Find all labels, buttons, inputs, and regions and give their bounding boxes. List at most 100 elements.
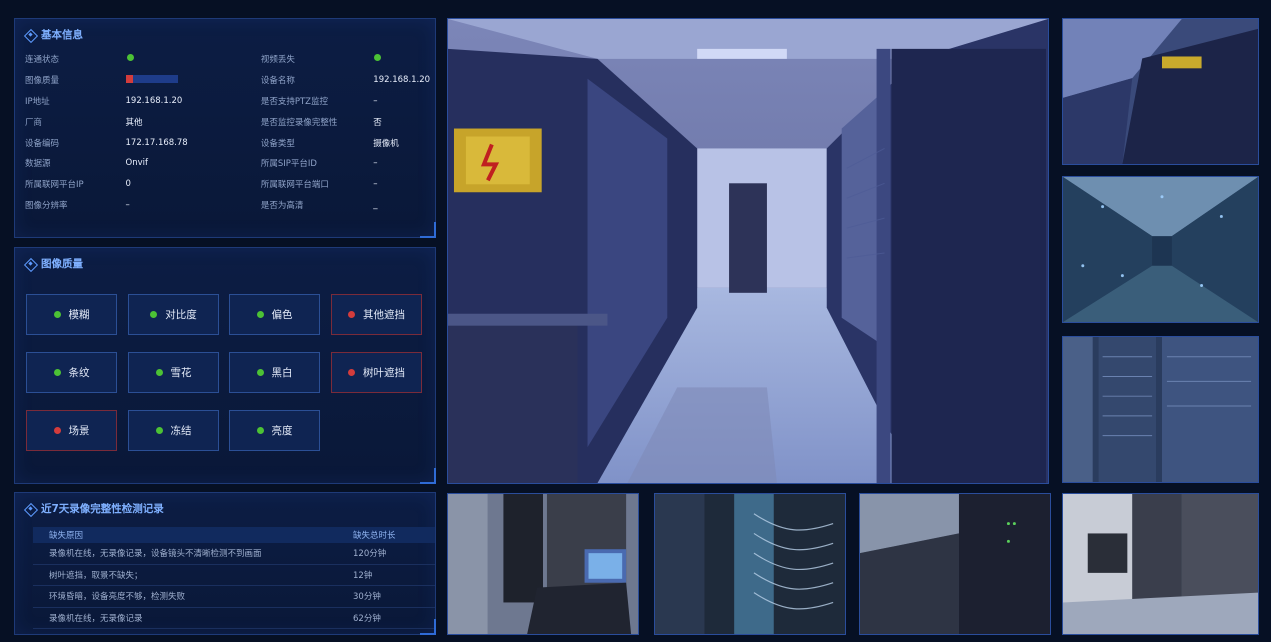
info-value: 否 xyxy=(373,117,382,128)
info-row: 设备编码 172.17.168.78 设备类型 摄像机 xyxy=(25,132,433,153)
camera-thumbnail-5[interactable] xyxy=(654,493,846,635)
status-dot-icon xyxy=(53,369,61,376)
info-row: 所属联网平台IP 0 所属联网平台端口 – xyxy=(25,174,433,195)
quality-item-button[interactable]: 对比度 xyxy=(128,294,219,335)
header-duration: 缺失总时长 xyxy=(353,531,396,541)
server-room-image-4 xyxy=(448,494,638,634)
info-label: 数据源 xyxy=(25,159,51,170)
info-value: 其他 xyxy=(125,117,143,128)
quality-item-button[interactable]: 场景 xyxy=(26,410,117,451)
quality-item-label: 树叶遮挡 xyxy=(363,367,405,379)
status-dot-icon xyxy=(348,311,355,318)
info-value: 0 xyxy=(125,179,131,190)
camera-thumbnail-1[interactable] xyxy=(1062,18,1259,165)
main-video-feed[interactable] xyxy=(447,18,1049,484)
info-label: 所属联网平台IP xyxy=(25,180,84,191)
info-value xyxy=(125,74,261,86)
info-value xyxy=(126,54,261,64)
info-label: 连通状态 xyxy=(25,55,60,66)
info-label: 设备名称 xyxy=(260,76,295,87)
info-row: 数据源 Onvif 所属SIP平台ID – xyxy=(25,153,433,174)
info-label: 是否支持PTZ监控 xyxy=(260,96,328,107)
info-value: Onvif xyxy=(125,158,148,169)
record-reason: 录像机在线，无录像记录 xyxy=(49,613,143,624)
basic-info-title: 基本信息 xyxy=(25,27,83,42)
quality-item-label: 雪花 xyxy=(170,367,192,379)
info-value: 192.168.1.20 xyxy=(373,75,431,86)
camera-thumbnail-2[interactable] xyxy=(1062,176,1259,323)
records-table: 缺失原因 缺失总时长 录像机在线，无录像记录，设备镜头不清晰检测不到画面 120分… xyxy=(33,527,435,629)
status-dot-icon xyxy=(256,427,264,434)
quality-item-button[interactable]: 亮度 xyxy=(229,410,320,451)
camera-thumbnail-7[interactable] xyxy=(1062,493,1259,635)
info-label: 是否监控录像完整性 xyxy=(260,117,338,128)
table-row: 树叶遮挡，取景不缺失； 12钟 xyxy=(33,565,435,586)
info-value: – xyxy=(125,199,130,210)
info-value: – xyxy=(373,158,378,169)
status-dot-icon xyxy=(53,427,61,434)
info-row: 厂商 其他 是否监控录像完整性 否 xyxy=(25,111,433,132)
server-room-image-3 xyxy=(1063,337,1258,482)
quality-item-label: 其他遮挡 xyxy=(363,309,405,321)
basic-info-panel: 基本信息 连通状态 视频丢失图像质量 设备名称 192.168.1.20 IP地址 192… xyxy=(14,18,436,238)
basic-info-grid: 连通状态 视频丢失图像质量 设备名称 192.168.1.20 IP地址 192.168.… xyxy=(25,49,433,215)
record-reason: 树叶遮挡，取景不缺失； xyxy=(49,570,143,581)
record-duration: 12钟 xyxy=(353,570,373,581)
diamond-icon xyxy=(25,259,35,269)
info-label: 所属联网平台端口 xyxy=(260,180,329,191)
record-duration: 120分钟 xyxy=(353,549,387,560)
info-value: 172.17.168.78 xyxy=(125,137,188,148)
server-room-image-7 xyxy=(1063,494,1258,634)
record-reason: 环境昏暗，设备亮度不够，检测失败 xyxy=(49,592,186,603)
status-dot-icon xyxy=(374,54,382,62)
info-value: 摄像机 xyxy=(373,138,399,149)
server-room-main-image xyxy=(448,19,1048,483)
server-room-image-2 xyxy=(1063,177,1258,322)
status-dot-icon xyxy=(256,311,264,318)
info-label: IP地址 xyxy=(25,96,50,107)
quality-item-button[interactable]: 黑白 xyxy=(229,352,320,393)
quality-item-button[interactable]: 冻结 xyxy=(128,410,219,451)
records-table-header: 缺失原因 缺失总时长 xyxy=(33,527,435,543)
quality-item-label: 条纹 xyxy=(68,367,90,379)
info-row: IP地址 192.168.1.20 是否支持PTZ监控 – xyxy=(25,91,433,112)
quality-item-button[interactable]: 模糊 xyxy=(26,294,117,335)
info-label: 图像分辨率 xyxy=(25,200,68,211)
record-duration: 62分钟 xyxy=(353,613,381,624)
server-room-image-1 xyxy=(1063,19,1258,164)
status-dot-icon xyxy=(256,369,264,376)
info-value: – xyxy=(373,95,378,106)
camera-thumbnail-3[interactable] xyxy=(1062,336,1259,483)
camera-thumbnail-4[interactable] xyxy=(447,493,639,635)
table-row: 环境昏暗，设备亮度不够，检测失败 30分钟 xyxy=(33,586,435,608)
quality-item-button[interactable]: 树叶遮挡 xyxy=(331,352,422,393)
record-reason: 录像机在线，无录像记录，设备镜头不清晰检测不到画面 xyxy=(49,549,262,560)
status-dot-icon xyxy=(155,427,163,434)
quality-item-button[interactable]: 其他遮挡 xyxy=(331,294,422,335)
info-label: 是否为高清 xyxy=(260,200,304,211)
info-label: 所属SIP平台ID xyxy=(260,159,317,170)
info-label: 设备编码 xyxy=(25,138,60,149)
quality-item-label: 模糊 xyxy=(68,309,90,321)
records-title: 近7天录像完整性检测记录 xyxy=(25,501,164,516)
table-row: 录像机在线，无录像记录 62分钟 xyxy=(33,608,435,629)
info-value: _ xyxy=(373,199,378,210)
info-row: 图像质量 设备名称 192.168.1.20 xyxy=(25,70,433,91)
quality-item-button[interactable]: 条纹 xyxy=(26,352,117,393)
status-dot-icon xyxy=(126,54,134,62)
quality-item-button[interactable]: 雪花 xyxy=(128,352,219,393)
records-panel: 近7天录像完整性检测记录 缺失原因 缺失总时长 录像机在线，无录像记录，设备镜头… xyxy=(14,492,436,635)
info-value: – xyxy=(373,179,378,190)
info-row: 图像分辨率 – 是否为高清 _ xyxy=(25,195,433,216)
info-label: 视频丢失 xyxy=(260,55,295,66)
image-quality-title: 图像质量 xyxy=(25,256,83,271)
quality-item-label: 冻结 xyxy=(170,425,192,437)
status-dot-icon xyxy=(53,311,61,318)
image-quality-panel: 图像质量 模糊 对比度 偏色 其他遮挡条纹 雪花 黑白 树叶遮挡场景 冻结 亮度 xyxy=(14,247,436,484)
quality-item-button[interactable]: 偏色 xyxy=(229,294,320,335)
server-room-image-6 xyxy=(860,494,1050,634)
header-reason: 缺失原因 xyxy=(49,531,84,541)
table-row: 录像机在线，无录像记录，设备镜头不清晰检测不到画面 120分钟 xyxy=(33,543,435,565)
info-label: 图像质量 xyxy=(25,76,60,87)
camera-thumbnail-6[interactable] xyxy=(859,493,1051,635)
